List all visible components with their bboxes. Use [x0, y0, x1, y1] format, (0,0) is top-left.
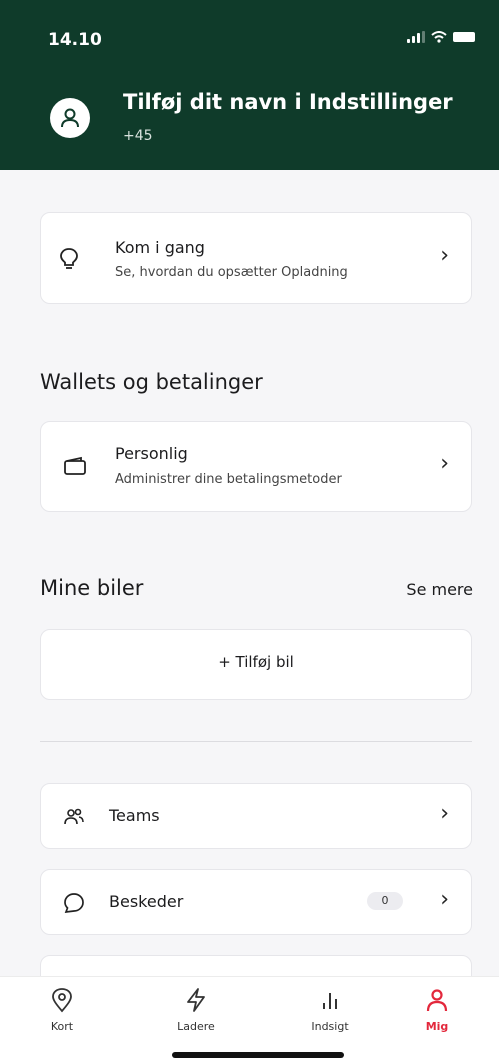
status-time: 14.10 — [48, 30, 102, 50]
chevron-right-icon: › — [440, 887, 449, 912]
teams-row[interactable]: Teams › — [40, 783, 472, 849]
get-started-title: Kom i gang — [115, 238, 205, 257]
wallet-personal-title: Personlig — [115, 444, 188, 463]
person-icon — [426, 989, 448, 1012]
get-started-subtitle: Se, hvordan du opsætter Opladning — [115, 265, 348, 280]
user-icon — [61, 108, 79, 128]
signal-icon — [407, 31, 425, 43]
wallet-personal-card[interactable]: Personlig Administrer dine betalingsmeto… — [40, 421, 472, 512]
tab-mig[interactable]: Mig — [397, 987, 477, 1033]
avatar[interactable] — [50, 98, 90, 138]
profile-name[interactable]: Tilføj dit navn i Indstillinger — [123, 90, 453, 114]
wallets-section-title: Wallets og betalinger — [40, 370, 263, 394]
get-started-card[interactable]: Kom i gang Se, hvordan du opsætter Oplad… — [40, 212, 472, 304]
tab-kort-label: Kort — [50, 1020, 74, 1033]
chat-bubble-icon — [61, 890, 87, 916]
bottom-tab-bar: Kort Ladere Indsigt Mig — [0, 976, 499, 1062]
tab-indsigt[interactable]: Indsigt — [290, 987, 370, 1033]
cars-section-title: Mine biler — [40, 576, 144, 600]
messages-count-badge: 0 — [367, 892, 403, 910]
wallet-personal-subtitle: Administrer dine betalingsmetoder — [115, 472, 342, 487]
chevron-right-icon: › — [440, 243, 449, 268]
lightning-icon — [187, 988, 205, 1012]
wallet-icon — [61, 452, 89, 480]
profile-header: 14.10 Tilføj dit navn i Indstillinger +4… — [0, 0, 499, 170]
wifi-icon — [431, 31, 447, 43]
see-more-link[interactable]: Se mere — [406, 580, 473, 599]
add-car-label: + Tilføj bil — [218, 653, 294, 671]
map-pin-icon — [52, 988, 72, 1013]
profile-phone: +45 — [123, 128, 153, 144]
tab-mig-label: Mig — [425, 1020, 449, 1033]
chevron-right-icon: › — [440, 801, 449, 826]
tab-ladere-label: Ladere — [177, 1020, 215, 1033]
messages-row[interactable]: Beskeder 0 › — [40, 869, 472, 935]
tab-indsigt-label: Indsigt — [311, 1020, 349, 1033]
people-icon — [61, 804, 87, 830]
divider — [40, 741, 472, 742]
bar-chart-icon — [323, 993, 337, 1009]
messages-label: Beskeder — [109, 892, 184, 911]
add-car-button[interactable]: + Tilføj bil — [40, 629, 472, 700]
tab-ladere[interactable]: Ladere — [156, 987, 236, 1033]
lightbulb-icon — [55, 245, 83, 273]
chevron-right-icon: › — [440, 451, 449, 476]
battery-icon — [453, 32, 475, 42]
tab-kort[interactable]: Kort — [22, 987, 102, 1033]
teams-label: Teams — [109, 806, 160, 825]
status-icons — [407, 31, 475, 43]
home-indicator — [172, 1052, 344, 1058]
